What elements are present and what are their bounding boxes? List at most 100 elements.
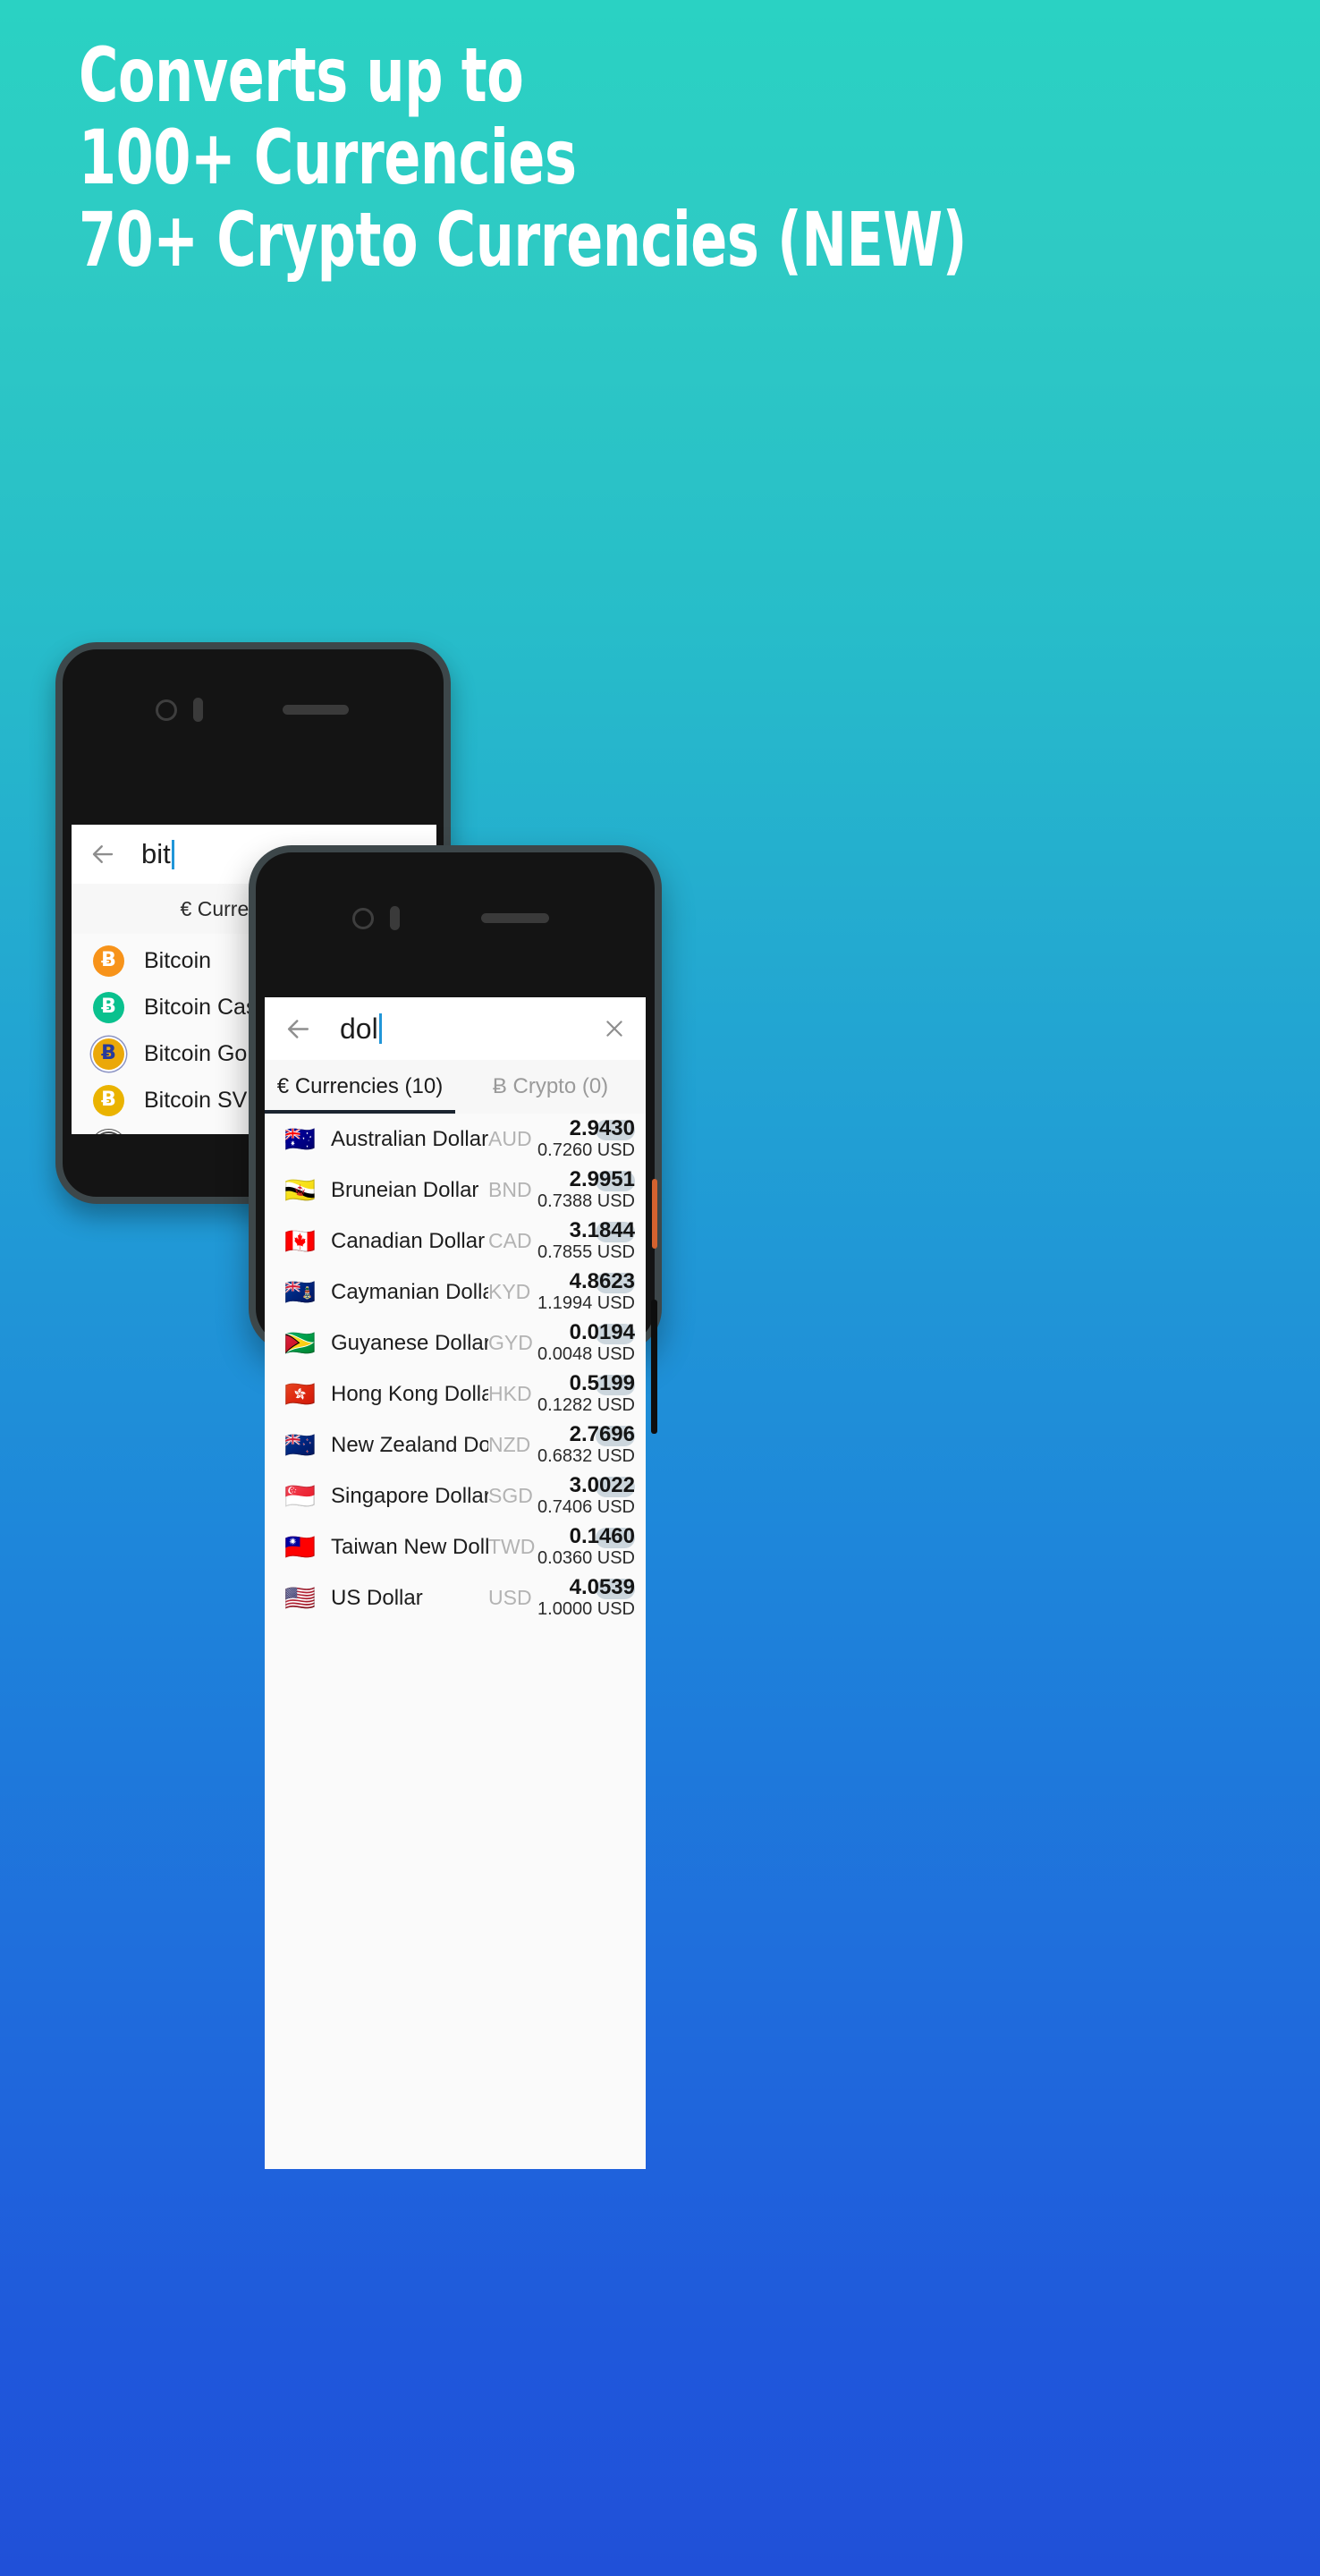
earpiece-speaker bbox=[481, 913, 549, 923]
currency-name: Caymanian Dollar bbox=[331, 1279, 488, 1304]
rate-usd: 0.7855 USD bbox=[537, 1242, 635, 1262]
currency-name: US Dollar bbox=[331, 1585, 423, 1610]
rate-cell: 3.1844 0.7855 USD bbox=[537, 1219, 635, 1263]
rate-cell: 0.0194 0.0048 USD bbox=[537, 1321, 635, 1365]
rate-cell: 4.8623 1.1994 USD bbox=[537, 1270, 635, 1314]
rate-value: 4.8623 bbox=[569, 1269, 635, 1293]
currency-code: HKD bbox=[488, 1382, 532, 1405]
rate-usd: 0.0360 USD bbox=[537, 1548, 635, 1568]
rate-usd: 0.6832 USD bbox=[537, 1446, 635, 1466]
rate-cell: 2.9951 0.7388 USD bbox=[537, 1168, 635, 1212]
rate-usd: 1.0000 USD bbox=[537, 1599, 635, 1619]
country-flag-icon: 🇬🇾 bbox=[284, 1327, 316, 1358]
tab-currencies[interactable]: € Currencies (10) bbox=[265, 1060, 455, 1114]
country-flag-icon: 🇹🇼 bbox=[284, 1531, 316, 1562]
rate-value: 2.7696 bbox=[569, 1422, 635, 1446]
country-flag-icon: 🇰🇾 bbox=[284, 1276, 316, 1307]
currency-name: Hong Kong Dollar bbox=[331, 1381, 488, 1406]
table-row[interactable]: 🇧🇳 Bruneian Dollar BND 2.9951 0.7388 USD bbox=[265, 1165, 646, 1216]
bitcoin-sv-icon: Ƀ bbox=[93, 1084, 124, 1116]
rate-cell: 0.1460 0.0360 USD bbox=[537, 1525, 635, 1569]
rate-value: 3.0022 bbox=[569, 1473, 635, 1497]
currency-name: Guyanese Dollar bbox=[331, 1330, 488, 1355]
currency-code: NZD bbox=[488, 1433, 531, 1456]
rate-cell: 2.9430 0.7260 USD bbox=[537, 1117, 635, 1161]
proximity-sensor-icon bbox=[390, 906, 400, 930]
back-arrow-icon[interactable] bbox=[89, 840, 118, 869]
country-flag-icon: 🇧🇳 bbox=[284, 1174, 316, 1205]
front-tab-bar: € Currencies (10) Ƀ Crypto (0) bbox=[265, 1060, 646, 1114]
table-row[interactable]: 🇺🇸 US Dollar USD 4.0539 1.0000 USD bbox=[265, 1572, 646, 1623]
front-camera-icon bbox=[156, 699, 177, 721]
rate-usd: 0.0048 USD bbox=[537, 1344, 635, 1364]
country-flag-icon: 🇨🇦 bbox=[284, 1225, 316, 1256]
country-flag-icon: 🇳🇿 bbox=[284, 1429, 316, 1460]
front-search-value[interactable]: dol bbox=[340, 1013, 378, 1046]
close-icon[interactable] bbox=[601, 1015, 628, 1042]
currency-code: USD bbox=[488, 1586, 532, 1609]
bitcoin-cash-icon: Ƀ bbox=[93, 991, 124, 1023]
rate-cell: 3.0022 0.7406 USD bbox=[537, 1474, 635, 1518]
tab-label: Ƀ Crypto (0) bbox=[492, 1074, 609, 1098]
proximity-sensor-icon bbox=[193, 698, 203, 722]
rate-cell: 0.5199 0.1282 USD bbox=[537, 1372, 635, 1416]
currency-name: Australian Dollar bbox=[331, 1126, 488, 1151]
rate-value: 2.9430 bbox=[569, 1116, 635, 1140]
rate-value: 3.1844 bbox=[569, 1218, 635, 1242]
crypto-name: Bitcoin Gold bbox=[144, 1040, 265, 1066]
country-flag-icon: 🇦🇺 bbox=[284, 1123, 316, 1154]
currency-name: Singapore Dollar bbox=[331, 1483, 488, 1508]
currency-list: 🇦🇺 Australian Dollar AUD 2.9430 0.7260 USD 🇧🇳… bbox=[265, 1114, 646, 1623]
front-camera-icon bbox=[352, 908, 374, 929]
currency-code: TWD bbox=[488, 1535, 536, 1558]
table-row[interactable]: 🇸🇬 Singapore Dollar SGD 3.0022 0.7406 USD bbox=[265, 1470, 646, 1521]
text-cursor bbox=[378, 1013, 382, 1044]
rate-value: 4.0539 bbox=[569, 1575, 635, 1599]
rate-cell: 4.0539 1.0000 USD bbox=[537, 1576, 635, 1620]
tab-label: € Currencies (10) bbox=[276, 1074, 444, 1098]
currency-code: CAD bbox=[488, 1229, 532, 1252]
front-search-bar[interactable]: dol bbox=[265, 997, 646, 1066]
rate-usd: 0.1282 USD bbox=[537, 1395, 635, 1415]
back-arrow-icon[interactable] bbox=[284, 1013, 315, 1044]
wrapped-bitcoin-icon: Ƀ bbox=[93, 1131, 124, 1134]
volume-rocker[interactable] bbox=[651, 1300, 657, 1434]
table-row[interactable]: 🇨🇦 Canadian Dollar CAD 3.1844 0.7855 USD bbox=[265, 1216, 646, 1267]
rate-usd: 0.7406 USD bbox=[537, 1497, 635, 1517]
rate-value: 0.1460 bbox=[569, 1524, 635, 1548]
bitcoin-icon: Ƀ bbox=[93, 945, 124, 977]
rate-cell: 2.7696 0.6832 USD bbox=[537, 1423, 635, 1467]
currency-code: SGD bbox=[488, 1484, 533, 1507]
tab-crypto[interactable]: Ƀ Crypto (0) bbox=[455, 1060, 646, 1114]
currency-name: Taiwan New Dollar bbox=[331, 1534, 488, 1559]
table-row[interactable]: 🇭🇰 Hong Kong Dollar HKD 0.5199 0.1282 USD bbox=[265, 1368, 646, 1419]
crypto-name: Bitcoin bbox=[144, 947, 212, 973]
earpiece-speaker bbox=[283, 705, 349, 715]
crypto-name: Bitcoin SV bbox=[144, 1087, 248, 1113]
rate-usd: 0.7388 USD bbox=[537, 1191, 635, 1211]
rate-usd: 0.7260 USD bbox=[537, 1140, 635, 1160]
rate-usd: 1.1994 USD bbox=[537, 1293, 635, 1313]
rate-value: 0.0194 bbox=[569, 1320, 635, 1344]
currency-name: Bruneian Dollar bbox=[331, 1177, 479, 1202]
rate-value: 2.9951 bbox=[569, 1167, 635, 1191]
table-row[interactable]: 🇰🇾 Caymanian Dollar KYD 4.8623 1.1994 USD bbox=[265, 1267, 646, 1318]
text-cursor bbox=[171, 839, 174, 869]
table-row[interactable]: 🇬🇾 Guyanese Dollar GYD 0.0194 0.0048 USD bbox=[265, 1318, 646, 1368]
front-phone-screen: dol € Currencies (10) Ƀ Crypto (0) 🇦🇺 Austra… bbox=[265, 997, 646, 2169]
table-row[interactable]: 🇳🇿 New Zealand DollarNZD 2.76960.6832 USD bbox=[265, 1419, 646, 1470]
currency-code: AUD bbox=[488, 1127, 532, 1150]
currency-code: KYD bbox=[488, 1280, 531, 1303]
country-flag-icon: 🇭🇰 bbox=[284, 1378, 316, 1409]
currency-code: BND bbox=[488, 1178, 532, 1201]
back-search-value[interactable]: bit bbox=[141, 838, 171, 870]
country-flag-icon: 🇺🇸 bbox=[284, 1582, 316, 1613]
table-row[interactable]: 🇦🇺 Australian Dollar AUD 2.9430 0.7260 USD bbox=[265, 1114, 646, 1165]
currency-name: New Zealand Dollar bbox=[331, 1432, 488, 1457]
table-row[interactable]: 🇹🇼Taiwan New DollarTWD0.14600.0360 USD bbox=[265, 1521, 646, 1572]
currency-name: Canadian Dollar bbox=[331, 1228, 486, 1253]
bitcoin-gold-icon: Ƀ bbox=[93, 1038, 124, 1070]
rate-value: 0.5199 bbox=[569, 1371, 635, 1395]
currency-code: GYD bbox=[488, 1331, 533, 1354]
power-button[interactable] bbox=[652, 1179, 657, 1249]
